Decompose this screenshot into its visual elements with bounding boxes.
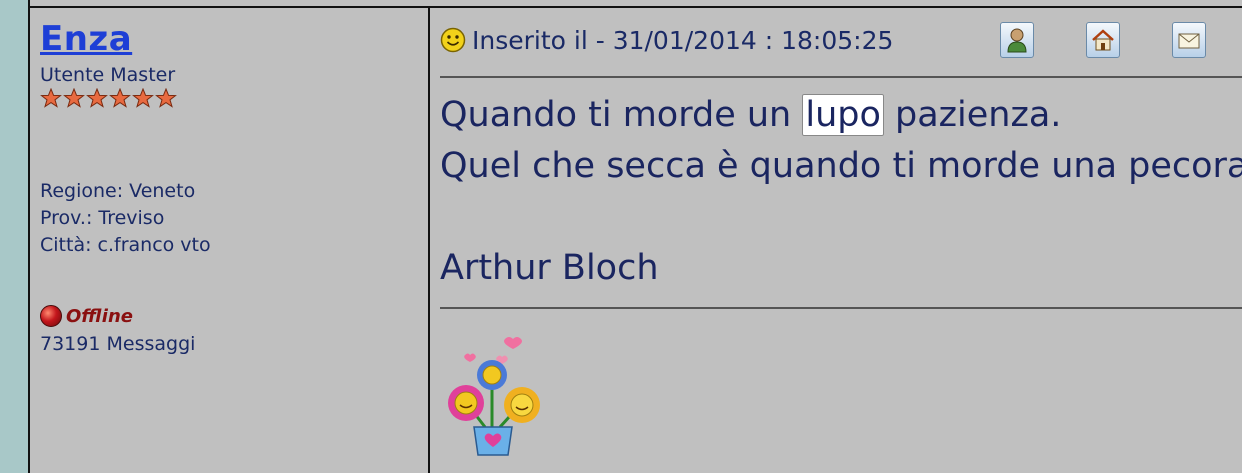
homepage-button[interactable] [1086,22,1120,58]
post-body: Quando ti morde un lupo pazienza. Quel c… [440,90,1242,192]
status-text: Offline [66,305,133,327]
rank-stars [40,88,420,108]
message-panel: Inserito il - 31/01/2014 : 18:05:25 Quan… [440,20,1242,461]
author-city: Città: c.franco vto [40,234,211,256]
top-border [30,6,1242,8]
post-count: 73191 Messaggi [40,333,196,355]
profile-icon [1007,28,1027,53]
author-info: Regione: Veneto Prov.: Treviso Città: c.… [40,178,420,259]
star-icon [155,88,177,108]
post-line-1-start: Quando ti morde un [440,95,803,135]
online-status: Offline [40,305,420,327]
profile-button[interactable] [1000,22,1034,58]
post-line-1: Quando ti morde un lupo pazienza. [440,90,1242,141]
column-divider [428,6,430,473]
offline-icon [40,305,62,327]
smiley-icon [440,27,466,53]
signature-separator [440,307,1242,309]
email-button[interactable] [1172,22,1206,58]
star-icon [86,88,108,108]
author-rank: Utente Master [40,64,176,86]
highlighted-word: lupo [802,94,884,136]
author-province: Prov.: Treviso [40,207,165,229]
author-name-link[interactable]: Enza [40,20,420,58]
star-icon [40,88,62,108]
flower-pot-icon [448,337,540,456]
header-separator [440,76,1242,78]
author-region: Regione: Veneto [40,180,196,202]
forum-post-frame: Enza Utente Master Regione: Veneto Prov.… [28,0,1242,473]
email-icon [1178,33,1200,49]
post-date: Inserito il - 31/01/2014 : 18:05:25 [472,25,894,55]
post-line-2: Quel che secca è quando ti morde una pec… [440,146,1242,186]
quote-author: Arthur Bloch [440,248,659,288]
post-toolbar [1000,22,1242,58]
home-icon [1092,29,1114,51]
post-line-1-end: pazienza. [883,95,1062,135]
star-icon [109,88,131,108]
star-icon [63,88,85,108]
author-panel: Enza Utente Master Regione: Veneto Prov.… [40,20,420,355]
star-icon [132,88,154,108]
